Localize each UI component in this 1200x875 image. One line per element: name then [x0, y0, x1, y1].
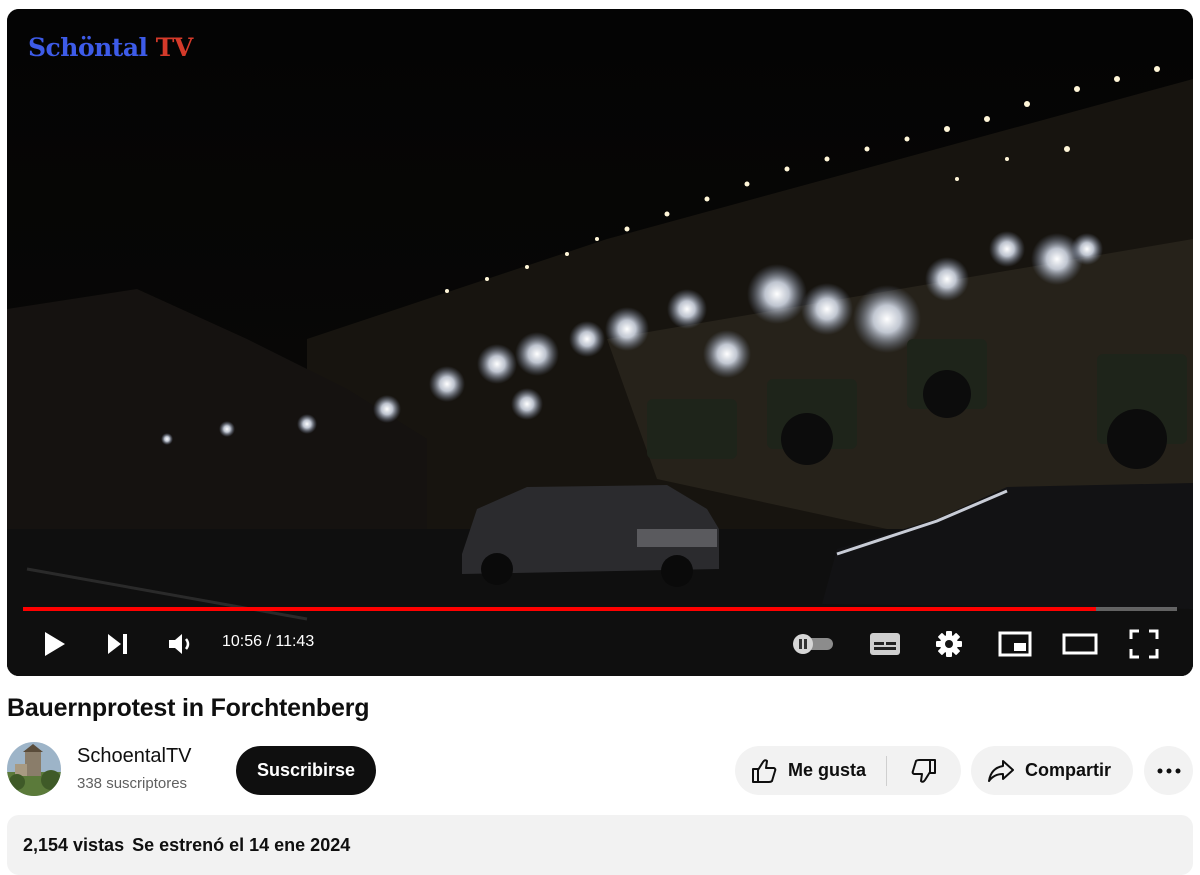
- like-button[interactable]: Me gusta: [735, 746, 886, 795]
- settings-icon: [936, 631, 962, 657]
- more-actions-button[interactable]: [1144, 746, 1193, 795]
- channel-name[interactable]: SchoentalTV: [77, 745, 192, 768]
- next-video-button[interactable]: [102, 629, 132, 659]
- like-label: Me gusta: [788, 760, 867, 780]
- player-controls: 10:56 / 11:43: [7, 621, 1193, 667]
- video-frame: [7, 9, 1193, 676]
- avatar-image: [7, 742, 61, 796]
- theater-mode-button[interactable]: [1061, 629, 1099, 659]
- dislike-button[interactable]: [887, 746, 961, 795]
- like-dislike-group: Me gusta: [735, 746, 961, 795]
- share-label: Compartir: [1025, 760, 1112, 780]
- video-player[interactable]: Schöntal TV 10:56 / 11:43: [7, 9, 1193, 676]
- play-button[interactable]: [39, 629, 69, 659]
- share-icon: [988, 759, 1014, 782]
- miniplayer-button[interactable]: [997, 629, 1033, 659]
- settings-button[interactable]: [933, 629, 965, 659]
- watermark-text-part2: TV: [155, 33, 194, 62]
- description-meta: 2,154 vistas Se estrenó el 14 ene 2024: [23, 835, 350, 856]
- subscribe-button[interactable]: Suscribirse: [236, 746, 376, 795]
- premiere-date: Se estrenó el 14 ene 2024: [132, 835, 351, 855]
- thumbs-down-icon: [911, 758, 936, 783]
- miniplayer-icon: [998, 631, 1032, 657]
- fullscreen-button[interactable]: [1127, 627, 1161, 661]
- mute-button[interactable]: [165, 629, 197, 659]
- time-display: 10:56 / 11:43: [222, 633, 315, 650]
- video-title: Bauernprotest in Forchtenberg: [7, 694, 370, 722]
- more-horizontal-icon: [1157, 768, 1180, 773]
- autoplay-toggle-icon: [793, 634, 833, 654]
- subscriber-count: 338 suscriptores: [77, 775, 188, 792]
- view-count: 2,154 vistas: [23, 835, 125, 855]
- play-icon: [45, 632, 65, 656]
- volume-icon: [169, 634, 190, 654]
- thumbs-up-icon: [752, 758, 777, 783]
- description-box[interactable]: 2,154 vistas Se estrenó el 14 ene 2024: [7, 815, 1193, 875]
- share-button[interactable]: Compartir: [971, 746, 1133, 795]
- progress-bar-played: [23, 607, 1097, 611]
- autoplay-toggle[interactable]: [789, 633, 835, 655]
- channel-avatar[interactable]: [7, 742, 61, 796]
- watermark-text-part1: Schöntal: [28, 33, 148, 62]
- theater-mode-icon: [1062, 633, 1098, 655]
- subtitles-button[interactable]: [867, 629, 903, 659]
- channel-watermark: Schöntal TV: [28, 33, 193, 62]
- fullscreen-icon: [1129, 629, 1159, 659]
- next-icon: [108, 634, 127, 654]
- subtitles-icon: [870, 633, 900, 655]
- progress-bar[interactable]: [23, 607, 1177, 611]
